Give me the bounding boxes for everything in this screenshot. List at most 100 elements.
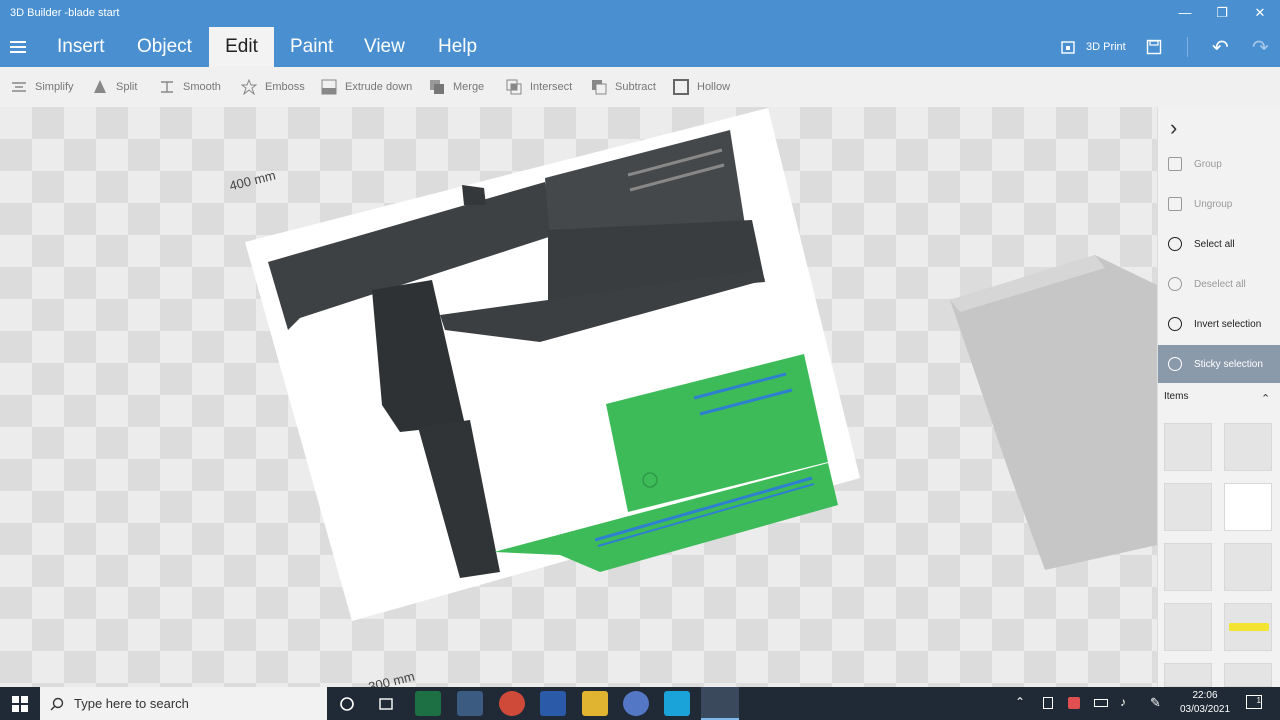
item-thumbnail[interactable] (1224, 423, 1272, 471)
pen-icon[interactable]: ✎ (1150, 695, 1161, 720)
group-button[interactable]: Group (1158, 145, 1280, 183)
3d-viewport[interactable]: 400 mm 300 mm (0, 107, 1157, 687)
word-app-icon[interactable] (540, 691, 566, 716)
tray-app-icon[interactable] (1043, 697, 1053, 709)
yellow-shape (1229, 623, 1269, 631)
notification-count: 1 (1256, 696, 1261, 705)
item-thumbnail[interactable] (1224, 663, 1272, 687)
3d-print-label: 3D Print (1086, 41, 1126, 53)
subtract-icon (592, 80, 607, 95)
menu-edit[interactable]: Edit (209, 27, 274, 67)
invert-selection-button[interactable]: Invert selection (1158, 305, 1280, 343)
grey-block-model[interactable] (950, 255, 1157, 570)
extrude-down-button[interactable]: Extrude down (321, 77, 412, 97)
item-thumbnail[interactable] (1164, 663, 1212, 687)
chrome-app-icon[interactable] (499, 691, 525, 716)
select-all-icon (1168, 237, 1182, 251)
split-label: Split (116, 81, 138, 93)
merge-icon (430, 80, 444, 94)
intersect-button[interactable]: Intersect (506, 77, 572, 97)
item-thumbnail[interactable] (1224, 543, 1272, 591)
sticky-selection-button[interactable]: Sticky selection (1158, 345, 1280, 383)
invert-selection-icon (1168, 317, 1182, 331)
group-icon (1168, 157, 1182, 171)
menu-insert[interactable]: Insert (45, 27, 117, 67)
select-all-button[interactable]: Select all (1158, 225, 1280, 263)
windows-start-icon[interactable] (12, 696, 28, 712)
select-all-label: Select all (1194, 238, 1235, 250)
extrude-icon (321, 79, 337, 95)
subtract-label: Subtract (615, 81, 656, 93)
item-thumbnail[interactable] (1164, 543, 1212, 591)
emboss-label: Emboss (265, 81, 305, 93)
ungroup-icon (1168, 197, 1182, 211)
store-app-icon[interactable] (457, 691, 483, 716)
3d-print-button[interactable]: 3D Print (1060, 27, 1126, 67)
cortana-icon[interactable] (339, 696, 355, 712)
selection-panel: › Group Ungroup Select all Deselect all … (1157, 107, 1280, 687)
intersect-label: Intersect (530, 81, 573, 93)
tray-chevron-icon[interactable]: ⌃ (1015, 695, 1025, 720)
chrome-alt-app-icon[interactable] (623, 691, 649, 716)
search-icon (50, 697, 64, 710)
chevron-right-icon[interactable]: › (1170, 115, 1177, 141)
star-icon (241, 79, 257, 95)
volume-icon[interactable]: ♪ (1120, 695, 1126, 720)
taskbar-search-box[interactable]: Type here to search (40, 687, 327, 720)
search-placeholder: Type here to search (74, 696, 189, 711)
sticky-selection-label: Sticky selection (1194, 358, 1263, 370)
split-icon (94, 80, 106, 93)
simplify-icon (12, 82, 26, 92)
deselect-all-button[interactable]: Deselect all (1158, 265, 1280, 303)
task-view-icon[interactable] (378, 696, 394, 712)
notification-center-icon[interactable]: 1 (1246, 695, 1262, 709)
minimize-button[interactable]: — (1173, 4, 1197, 22)
group-label: Group (1194, 158, 1222, 170)
undo-icon[interactable]: ↶ (1212, 27, 1229, 67)
merge-button[interactable]: Merge (429, 77, 484, 97)
smooth-icon (161, 81, 173, 93)
deselect-all-icon (1168, 277, 1182, 291)
ungroup-button[interactable]: Ungroup (1158, 185, 1280, 223)
taskbar: Type here to search ⌃ ♪ ✎ 22:06 03/03/20… (0, 687, 1280, 720)
items-header: Items (1164, 391, 1189, 402)
item-thumbnail[interactable] (1164, 603, 1212, 651)
file-explorer-app-icon[interactable] (582, 691, 608, 716)
item-thumbnail-gun[interactable] (1224, 483, 1272, 531)
ungroup-label: Ungroup (1194, 198, 1233, 210)
clock-date: 03/03/2021 (1179, 704, 1231, 715)
item-thumbnail[interactable] (1164, 423, 1212, 471)
item-thumbnail[interactable] (1164, 483, 1212, 531)
chevron-up-icon[interactable]: ⌃ (1261, 392, 1270, 405)
split-button[interactable]: Split (92, 77, 137, 97)
dropbox-tray-icon[interactable] (1068, 697, 1080, 709)
hamburger-menu-icon[interactable] (10, 41, 26, 53)
menu-help[interactable]: Help (426, 27, 489, 67)
battery-icon[interactable] (1094, 699, 1108, 707)
emboss-button[interactable]: Emboss (241, 77, 305, 97)
item-thumbnail-yellow[interactable] (1224, 603, 1272, 651)
clock[interactable]: 22:06 03/03/2021 (1176, 689, 1234, 720)
printer-icon (1061, 41, 1075, 54)
simplify-button[interactable]: Simplify (11, 77, 74, 97)
maximize-button[interactable]: ❐ (1210, 4, 1234, 22)
menu-bar: Insert Object Edit Paint View Help 3D Pr… (0, 27, 1280, 67)
window-title: 3D Builder -blade start (10, 7, 120, 19)
menu-object[interactable]: Object (125, 27, 204, 67)
redo-icon[interactable]: ↷ (1252, 27, 1269, 67)
smooth-button[interactable]: Smooth (159, 77, 221, 97)
ccleaner-app-icon[interactable] (664, 691, 690, 716)
subtract-button[interactable]: Subtract (591, 77, 656, 97)
menu-paint[interactable]: Paint (278, 27, 345, 67)
invert-selection-label: Invert selection (1194, 318, 1262, 330)
hollow-button[interactable]: Hollow (673, 77, 730, 97)
menu-view[interactable]: View (352, 27, 417, 67)
save-icon[interactable] (1146, 39, 1162, 55)
close-button[interactable]: ✕ (1248, 4, 1272, 22)
simplify-label: Simplify (35, 81, 74, 93)
scene (245, 108, 1157, 621)
3d-builder-app-icon[interactable] (701, 687, 739, 720)
sticky-selection-icon (1168, 357, 1182, 371)
hollow-icon (673, 79, 689, 95)
excel-app-icon[interactable] (415, 691, 441, 716)
